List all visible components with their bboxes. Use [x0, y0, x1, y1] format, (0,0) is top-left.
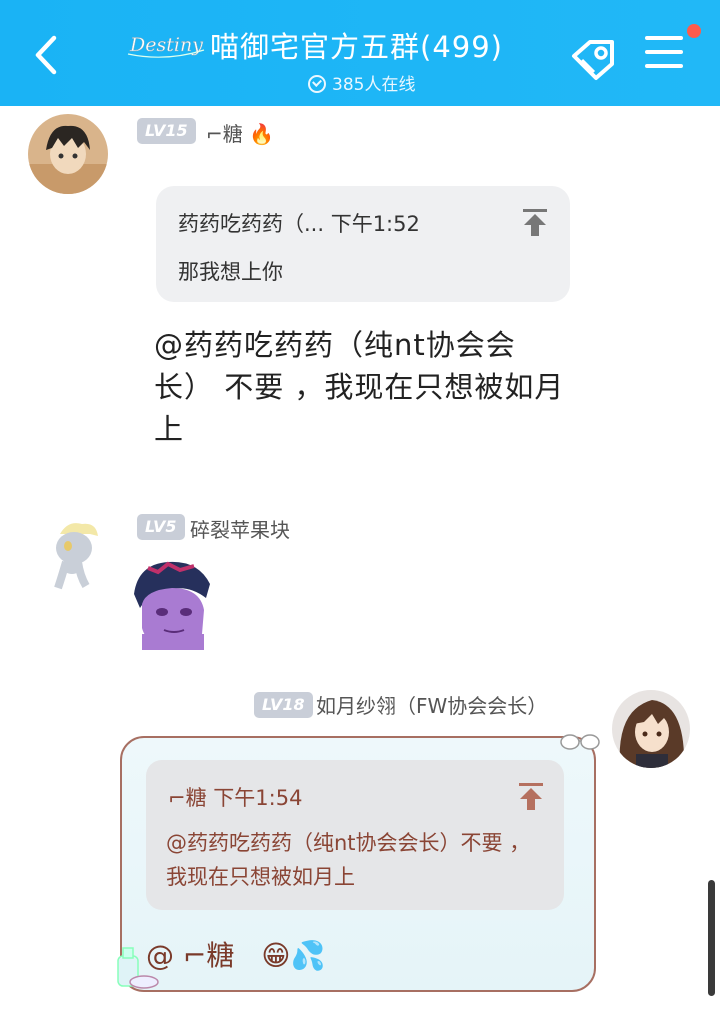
jump-to-quote-icon[interactable]: [522, 208, 548, 238]
sender-name[interactable]: 如月纱翎（FW协会会长）: [316, 690, 547, 719]
sender-name[interactable]: ⌐糖 🔥: [206, 118, 274, 147]
fire-icon: 🔥: [249, 122, 275, 146]
level-badge: LV18: [254, 692, 313, 718]
group-title-area[interactable]: Destiny 喵御宅官方五群(499) 385人在线: [120, 22, 540, 95]
sender-name-text: ⌐糖: [206, 122, 243, 146]
menu-line: [645, 64, 683, 68]
avatar[interactable]: [612, 690, 690, 768]
anime-boy-avatar: [28, 114, 108, 194]
pony-avatar: [40, 516, 112, 592]
jump-to-quote-icon[interactable]: [518, 782, 544, 812]
quoted-message[interactable]: ⌐糖 下午1:54 @药药吃药药（纯nt协会会长）不要 ，我现在只想被如月上: [146, 760, 564, 910]
twilight-sparkle-sticker: [128, 554, 218, 650]
group-tag-icon[interactable]: [568, 36, 620, 82]
menu-icon[interactable]: [645, 36, 683, 72]
quote-header: ⌐糖 下午1:54: [168, 786, 303, 810]
avatar[interactable]: [28, 114, 108, 194]
level-badge: LV15: [137, 118, 196, 144]
back-arrow-icon[interactable]: [28, 30, 68, 80]
sticker-image[interactable]: [128, 554, 218, 650]
quote-header: 药药吃药药（... 下午1:52: [178, 212, 420, 236]
sender-name[interactable]: 碎裂苹果块: [190, 514, 290, 543]
grin-emoji-icon: 😁: [261, 939, 291, 972]
menu-line: [645, 50, 683, 54]
scrollbar[interactable]: [708, 880, 715, 996]
level-badge: LV5: [137, 514, 185, 540]
quoted-message[interactable]: 药药吃药药（... 下午1:52 那我想上你: [156, 186, 570, 302]
online-check-icon: [308, 75, 326, 93]
chat-header: Destiny 喵御宅官方五群(499) 385人在线: [0, 0, 720, 106]
online-count-text: 385人在线: [332, 75, 416, 95]
notification-dot: [687, 24, 701, 38]
anime-girl-avatar: [612, 690, 690, 768]
destiny-logo: Destiny: [127, 34, 205, 58]
quote-body: @药药吃药药（纯nt协会会长）不要 ，我现在只想被如月上: [166, 831, 531, 889]
group-title: 喵御宅官方五群(499): [210, 30, 503, 64]
online-count: 385人在线: [308, 70, 415, 95]
quote-body: 那我想上你: [178, 260, 283, 284]
glasses-decoration-icon: [560, 734, 600, 750]
avatar[interactable]: [40, 516, 112, 592]
message-text: @ ⌐糖 😁💦: [146, 934, 325, 974]
message-text: @药药吃药药（纯nt协会会长） 不要 ，我现在只想被如月上: [154, 328, 565, 446]
sweat-drops-icon: 💦: [290, 939, 326, 972]
message-bubble[interactable]: ⌐糖 下午1:54 @药药吃药药（纯nt协会会长）不要 ，我现在只想被如月上 @…: [117, 734, 600, 992]
bottle-decoration-icon: [117, 947, 159, 989]
menu-line: [645, 36, 683, 40]
